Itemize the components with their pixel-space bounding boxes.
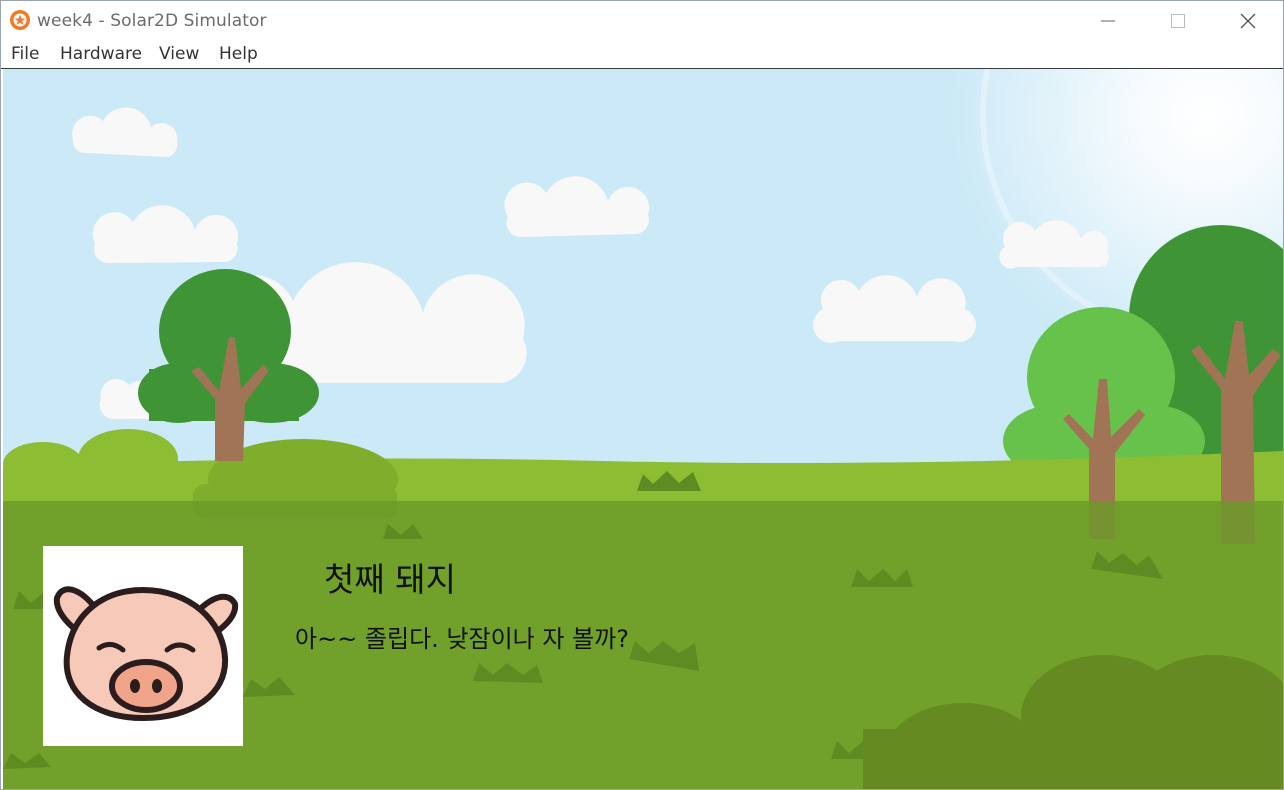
menu-file[interactable]: File <box>11 44 39 64</box>
simulator-window: week4 - Solar2D Simulator File Hardware … <box>0 0 1284 790</box>
close-icon <box>1240 13 1256 29</box>
title-bar[interactable]: week4 - Solar2D Simulator <box>1 1 1283 41</box>
menu-hardware[interactable]: Hardware <box>60 44 142 64</box>
menu-help[interactable]: Help <box>219 44 258 64</box>
speaker-name: 첫째 돼지 <box>324 560 456 599</box>
maximize-icon <box>1171 14 1185 28</box>
minimize-icon <box>1101 20 1115 22</box>
pig-face-icon <box>53 586 239 722</box>
dialog-text: 아~~ 졸립다. 낮잠이나 자 볼까? <box>295 625 629 653</box>
solar2d-logo-icon <box>10 10 30 30</box>
game-canvas[interactable]: 첫째 돼지 아~~ 졸립다. 낮잠이나 자 볼까? <box>3 69 1283 789</box>
minimize-button[interactable] <box>1073 1 1143 41</box>
close-button[interactable] <box>1213 1 1283 41</box>
character-portrait <box>43 546 243 746</box>
menu-view[interactable]: View <box>159 44 199 64</box>
menu-bar: File Hardware View Help <box>1 41 1283 69</box>
window-title: week4 - Solar2D Simulator <box>37 11 267 31</box>
maximize-button[interactable] <box>1143 1 1213 41</box>
